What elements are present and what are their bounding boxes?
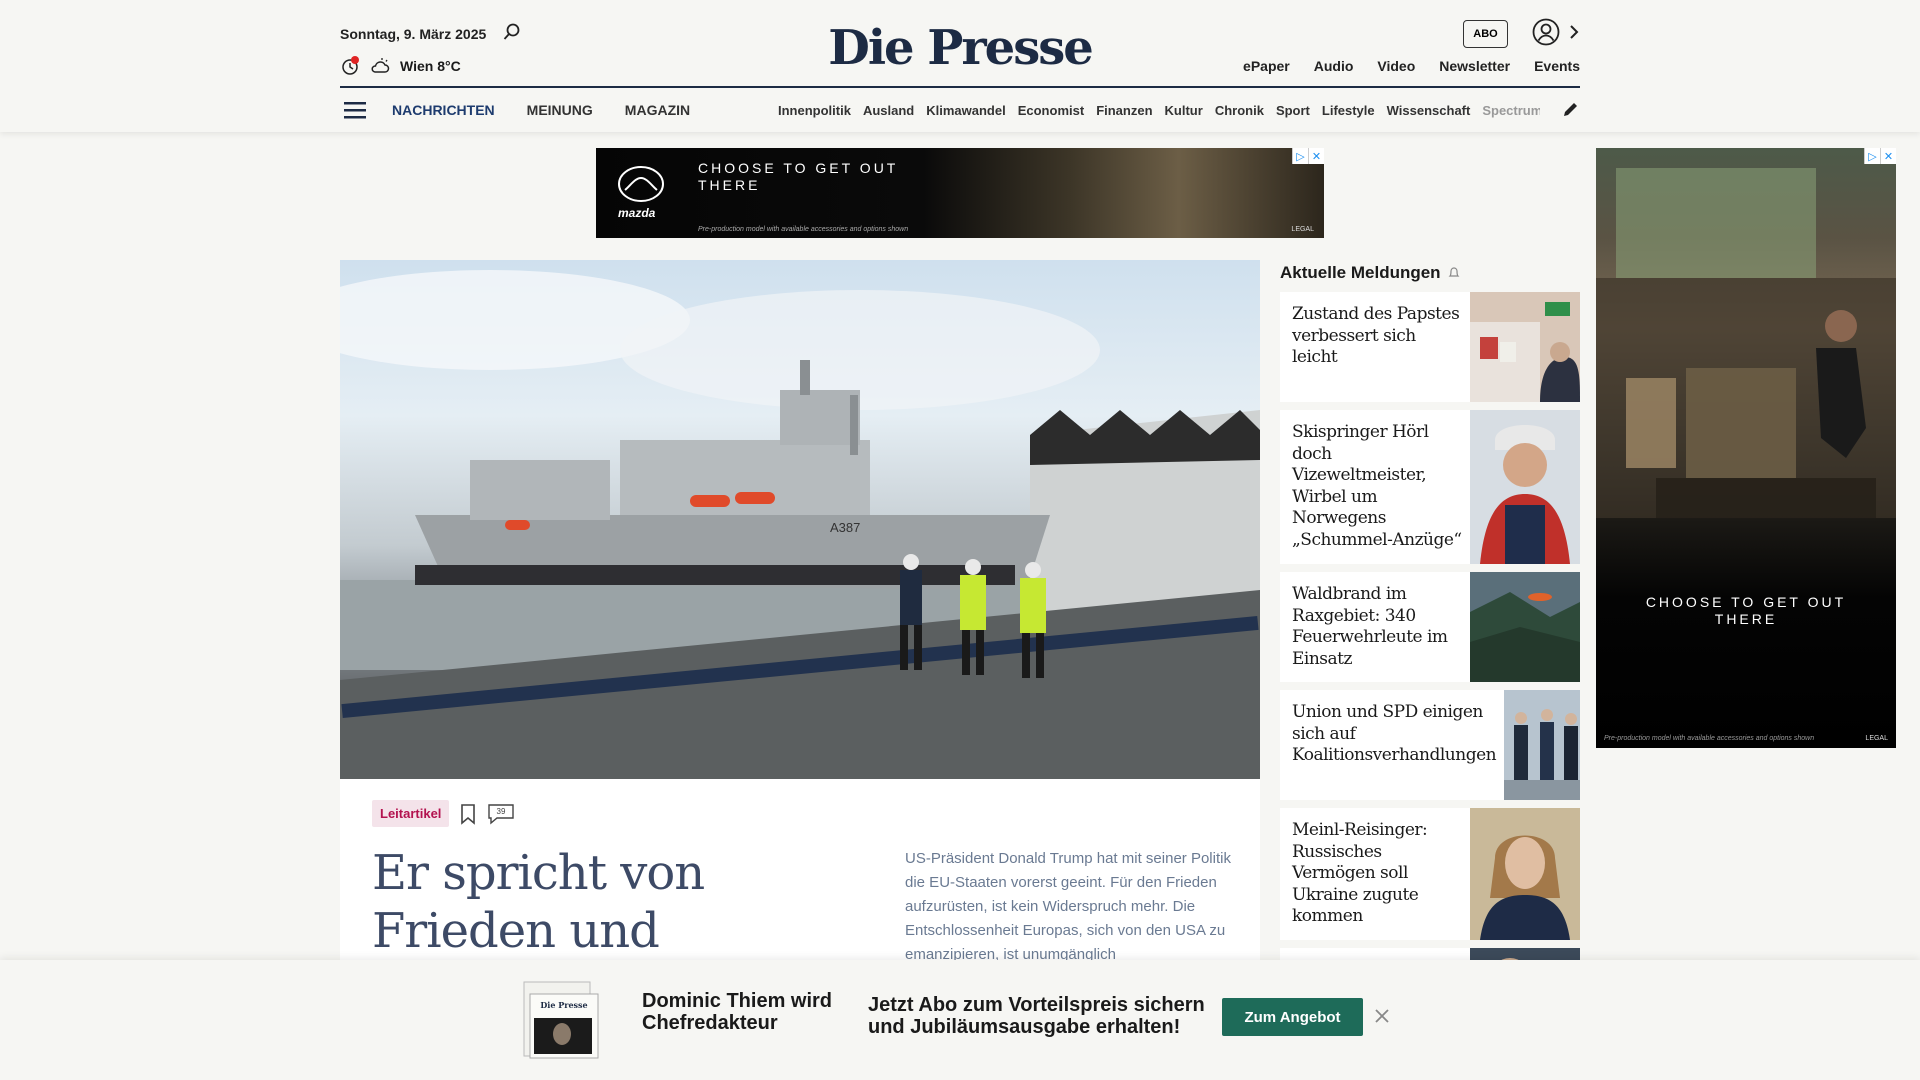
- nav-finanzen[interactable]: Finanzen: [1096, 103, 1152, 118]
- utility-links: ePaper Audio Video Newsletter Events: [1243, 58, 1580, 74]
- nav-wissenschaft[interactable]: Wissenschaft: [1387, 103, 1471, 118]
- comment-count: 39: [497, 807, 506, 816]
- bell-icon[interactable]: [1447, 266, 1461, 280]
- ship-hull-number: A387: [830, 520, 860, 535]
- sub-sections: Innenpolitik Ausland Klimawandel Economi…: [778, 103, 1540, 118]
- news-thumb-meinl-reisinger: [1470, 808, 1580, 940]
- util-link-newsletter[interactable]: Newsletter: [1439, 58, 1510, 74]
- top-banner-ad[interactable]: mazda CHOOSE TO GET OUT THERE Pre-produc…: [596, 148, 1324, 238]
- util-link-video[interactable]: Video: [1377, 58, 1415, 74]
- abo-button[interactable]: ABO: [1463, 20, 1508, 48]
- news-thumb-politicians: [1504, 690, 1580, 800]
- latest-news-sidebar: Aktuelle Meldungen Zustand des Papstes v…: [1280, 262, 1580, 978]
- main-sections: NACHRICHTEN MEINUNG MAGAZIN: [392, 102, 690, 118]
- news-item-headline: Meinl-Reisinger: Russisches Vermögen sol…: [1292, 820, 1428, 926]
- news-thumb-wildfire: [1470, 572, 1580, 682]
- adchoices-icon[interactable]: ▷: [1864, 148, 1880, 164]
- lead-article-image[interactable]: A387: [340, 260, 1260, 779]
- sidebar-title: Aktuelle Meldungen: [1280, 263, 1441, 282]
- promo-text: Jetzt Abo zum Vorteilspreis sichern und …: [868, 994, 1205, 1038]
- lead-teaser: US-Präsident Donald Trump hat mit seiner…: [905, 850, 1231, 963]
- comment-icon[interactable]: 39: [487, 803, 515, 825]
- ad-close-icon[interactable]: ✕: [1308, 148, 1324, 164]
- header-divider: [340, 86, 1580, 88]
- bookmark-icon[interactable]: [459, 803, 477, 825]
- nav-meinung[interactable]: MEINUNG: [527, 102, 593, 118]
- ad-side-tagline: CHOOSE TO GET OUT THERE: [1645, 594, 1847, 627]
- nav-nachrichten[interactable]: NACHRICHTEN: [392, 102, 495, 118]
- nav-klimawandel[interactable]: Klimawandel: [926, 103, 1005, 118]
- nav-sport[interactable]: Sport: [1276, 103, 1310, 118]
- adchoices-icon[interactable]: ▷: [1292, 148, 1308, 164]
- subscription-promo-banner: Die Presse Dominic Thiem wird Chefredakt…: [0, 960, 1920, 1080]
- news-item-headline: Union und SPD einigen sich auf Koalition…: [1292, 702, 1497, 765]
- ad-side-choices: ▷ ✕: [1864, 148, 1896, 164]
- news-item-headline: Skispringer Hörl doch Vizeweltmeister, W…: [1292, 422, 1462, 550]
- close-icon[interactable]: [1372, 1006, 1392, 1026]
- nav-kultur[interactable]: Kultur: [1165, 103, 1203, 118]
- ad-side-legal[interactable]: LEGAL: [1865, 735, 1888, 742]
- chevron-right-icon[interactable]: [1568, 22, 1580, 42]
- news-thumb-pope: [1470, 292, 1580, 402]
- user-account-icon[interactable]: [1532, 18, 1560, 46]
- nav-chronik[interactable]: Chronik: [1215, 103, 1264, 118]
- ad-legal[interactable]: LEGAL: [1291, 226, 1314, 233]
- ad-choices: ▷ ✕: [1292, 148, 1324, 164]
- offer-button[interactable]: Zum Angebot: [1222, 998, 1363, 1036]
- nav-spectrum[interactable]: Spectrum: [1482, 103, 1540, 118]
- mazda-logo-icon: [618, 166, 664, 202]
- news-item-headline: Waldbrand im Raxgebiet: 340 Feuerwehrleu…: [1292, 584, 1448, 669]
- newspaper-stack-icon: Die Presse: [523, 981, 599, 1059]
- article-meta: Leitartikel 39: [372, 800, 515, 827]
- promo-paper-logo: Die Presse: [540, 1000, 587, 1010]
- edit-pen-icon[interactable]: [1562, 100, 1580, 118]
- util-link-events[interactable]: Events: [1534, 58, 1580, 74]
- news-item[interactable]: Waldbrand im Raxgebiet: 340 Feuerwehrleu…: [1280, 572, 1580, 682]
- hamburger-menu-icon[interactable]: [344, 100, 368, 120]
- nav-ausland[interactable]: Ausland: [863, 103, 914, 118]
- nav-magazin[interactable]: MAGAZIN: [625, 102, 690, 118]
- nav-innenpolitik[interactable]: Innenpolitik: [778, 103, 851, 118]
- ad-fine-print: Pre-production model with available acce…: [698, 226, 909, 233]
- site-header: Sonntag, 9. März 2025 Wien 8°C Die Press…: [0, 0, 1920, 132]
- ad-side-fine-print: Pre-production model with available acce…: [1604, 735, 1815, 742]
- lead-article[interactable]: A387 Leitartikel 39 Er spricht von Fried…: [340, 260, 1260, 1017]
- sidebar-title-row: Aktuelle Meldungen: [1280, 262, 1580, 284]
- news-item[interactable]: Skispringer Hörl doch Vizeweltmeister, W…: [1280, 410, 1580, 564]
- news-item[interactable]: Union und SPD einigen sich auf Koalition…: [1280, 690, 1580, 800]
- news-item-headline: Zustand des Papstes verbessert sich leic…: [1292, 304, 1460, 367]
- news-item[interactable]: Meinl-Reisinger: Russisches Vermögen sol…: [1280, 808, 1580, 940]
- util-link-epaper[interactable]: ePaper: [1243, 58, 1290, 74]
- nav-economist[interactable]: Economist: [1018, 103, 1084, 118]
- util-link-audio[interactable]: Audio: [1314, 58, 1354, 74]
- news-item[interactable]: Zustand des Papstes verbessert sich leic…: [1280, 292, 1580, 402]
- news-thumb-skijumper: [1470, 410, 1580, 564]
- header-inner: Sonntag, 9. März 2025 Wien 8°C Die Press…: [340, 0, 1580, 132]
- nav-lifestyle[interactable]: Lifestyle: [1322, 103, 1375, 118]
- ad-brand: mazda: [618, 206, 656, 220]
- side-skyscraper-ad[interactable]: ▷ ✕ CHOOSE TO GET OUT THERE Pre-producti…: [1596, 148, 1896, 748]
- ad-side-photo: [1596, 168, 1896, 518]
- ad-close-icon[interactable]: ✕: [1880, 148, 1896, 164]
- main-navigation: NACHRICHTEN MEINUNG MAGAZIN Innenpolitik…: [340, 96, 1580, 124]
- ad-tagline: CHOOSE TO GET OUT THERE: [698, 160, 899, 193]
- category-badge[interactable]: Leitartikel: [372, 800, 450, 827]
- promo-headline: Dominic Thiem wird Chefredakteur: [642, 990, 833, 1034]
